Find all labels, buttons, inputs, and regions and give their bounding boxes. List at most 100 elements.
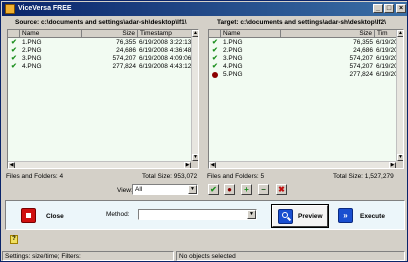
table-row[interactable]: ✔ 3.PNG 574,207 6/19/2008 4:09:06 ...	[8, 55, 198, 63]
delete-button[interactable]: ✖	[276, 184, 287, 195]
check-icon: ✔	[212, 55, 218, 62]
view-select[interactable]: All ▼	[132, 184, 198, 195]
source-total-size: Total Size: 953,072	[142, 173, 198, 180]
target-path-header: Target: c:\documents and settings\adar-s…	[217, 19, 386, 26]
target-horizontal-scrollbar[interactable]: ◀ ▶	[209, 161, 396, 168]
table-row[interactable]: ✔ 1.PNG 76,3556/19/200	[209, 39, 403, 47]
table-row[interactable]: ✔ 3.PNG 574,2076/19/200	[209, 55, 403, 63]
help-icon[interactable]: ?	[10, 235, 18, 244]
source-path-header: Source: c:\documents and settings\adar-s…	[15, 19, 187, 26]
target-col-status[interactable]	[209, 30, 221, 38]
target-vertical-scrollbar[interactable]: ▲ ▼	[396, 30, 403, 161]
source-col-name[interactable]: Name	[20, 30, 82, 38]
table-row[interactable]: 5.PNG 277,8246/19/200	[209, 71, 403, 79]
scroll-up-button[interactable]: ▲	[397, 30, 403, 37]
chevron-down-icon[interactable]: ▼	[247, 210, 256, 219]
method-label: Method:	[106, 211, 130, 218]
cell-timestamp: 6/19/200	[376, 55, 397, 62]
chevron-down-icon[interactable]: ▼	[188, 185, 197, 194]
execute-button[interactable]: Execute	[360, 213, 385, 220]
cell-timestamp: 6/19/200	[376, 71, 397, 78]
cell-timestamp: 6/19/200	[376, 63, 397, 70]
minimize-button[interactable]: _	[373, 4, 383, 13]
target-total-size: Total Size: 1,527,279	[333, 173, 394, 180]
magnifier-icon	[278, 209, 293, 224]
close-window-button[interactable]: ×	[396, 4, 406, 13]
fast-forward-icon[interactable]: »	[338, 208, 353, 223]
cell-timestamp: 6/19/200	[376, 47, 397, 54]
cell-size: 76,355	[116, 39, 136, 46]
cell-size: 574,207	[349, 55, 374, 62]
cell-name: 2.PNG	[22, 47, 42, 54]
cell-name: 2.PNG	[223, 47, 243, 54]
check-icon: ✔	[11, 39, 17, 46]
status-selection: No objects selected	[176, 251, 405, 261]
mark-dot-button[interactable]: ●	[224, 184, 235, 195]
source-file-list[interactable]: Name Size Timestamp ✔ 1.PNG 76,355 6/19/200…	[7, 29, 199, 169]
cell-name: 1.PNG	[22, 39, 42, 46]
cell-size: 277,824	[349, 71, 374, 78]
mark-check-button[interactable]: ✔	[208, 184, 219, 195]
close-icon[interactable]	[21, 208, 36, 223]
check-icon: ✔	[212, 47, 218, 54]
cell-timestamp: 6/19/2008 4:43:12 ...	[139, 63, 193, 70]
target-col-timestamp[interactable]: Tim	[375, 30, 397, 38]
source-vertical-scrollbar[interactable]: ▲ ▼	[191, 30, 198, 161]
source-col-timestamp[interactable]: Timestamp	[138, 30, 193, 38]
target-files-count: Files and Folders: 5	[207, 173, 265, 180]
scroll-up-button[interactable]: ▲	[192, 30, 198, 37]
table-row[interactable]: ✔ 4.PNG 277,824 6/19/2008 4:43:12 ...	[8, 63, 198, 71]
check-icon: ✔	[212, 63, 218, 70]
remove-button[interactable]: −	[258, 184, 269, 195]
scrollbar-corner	[396, 161, 403, 168]
cell-timestamp: 6/19/2008 4:36:48 ...	[139, 47, 193, 54]
cell-size: 24,686	[353, 47, 373, 54]
cell-size: 76,355	[353, 39, 373, 46]
cell-timestamp: 6/19/2008 4:09:06 ...	[139, 55, 193, 62]
table-row[interactable]: ✔ 2.PNG 24,6866/19/200	[209, 47, 403, 55]
target-col-size[interactable]: Size	[281, 30, 375, 38]
source-col-size[interactable]: Size	[82, 30, 138, 38]
source-list-header: Name Size Timestamp	[8, 30, 198, 38]
cell-size: 24,686	[116, 47, 136, 54]
cell-size: 574,207	[112, 55, 137, 62]
view-select-value: All	[135, 186, 143, 193]
cell-name: 3.PNG	[22, 55, 42, 62]
cell-name: 4.PNG	[22, 63, 42, 70]
view-label: View:	[117, 187, 133, 194]
cell-size: 574,207	[349, 63, 374, 70]
title-bar[interactable]: ViceVersa FREE _ □ ×	[2, 2, 407, 16]
preview-button[interactable]: Preview	[271, 204, 329, 228]
target-col-name[interactable]: Name	[221, 30, 281, 38]
scrollbar-corner	[191, 161, 198, 168]
scroll-down-button[interactable]: ▼	[397, 154, 403, 161]
source-horizontal-scrollbar[interactable]: ◀ ▶	[8, 161, 191, 168]
check-icon: ✔	[11, 55, 17, 62]
status-bar: Settings: size/time; Filters: No objects…	[2, 251, 407, 261]
method-select[interactable]: ▼	[138, 209, 257, 220]
close-button[interactable]: Close	[46, 213, 64, 220]
cell-name: 4.PNG	[223, 63, 243, 70]
cell-timestamp: 6/19/200	[376, 39, 397, 46]
preview-label: Preview	[298, 213, 323, 220]
table-row[interactable]: ✔ 4.PNG 574,2076/19/200	[209, 63, 403, 71]
status-settings: Settings: size/time; Filters:	[2, 251, 174, 261]
check-icon: ✔	[212, 39, 218, 46]
app-window: ViceVersa FREE _ □ × Source: c:\document…	[0, 0, 408, 262]
cell-name: 1.PNG	[223, 39, 243, 46]
scroll-left-button[interactable]: ◀	[8, 162, 15, 168]
source-col-status[interactable]	[8, 30, 20, 38]
scroll-down-button[interactable]: ▼	[192, 154, 198, 161]
target-file-list[interactable]: Name Size Tim ✔1.PNG76,3556/19/200✔2.PNG…	[208, 29, 404, 169]
red-dot-icon	[212, 72, 218, 78]
source-files-count: Files and Folders: 4	[6, 173, 64, 180]
table-row[interactable]: ✔ 2.PNG 24,686 6/19/2008 4:36:48 ...	[8, 47, 198, 55]
cell-size: 277,824	[112, 63, 137, 70]
scroll-right-button[interactable]: ▶	[389, 162, 396, 168]
add-button[interactable]: +	[241, 184, 252, 195]
table-row[interactable]: ✔ 1.PNG 76,355 6/19/2008 3:22:13 ...	[8, 39, 198, 47]
target-list-header: Name Size Tim	[209, 30, 403, 38]
scroll-left-button[interactable]: ◀	[209, 162, 216, 168]
maximize-button[interactable]: □	[384, 4, 394, 13]
scroll-right-button[interactable]: ▶	[184, 162, 191, 168]
